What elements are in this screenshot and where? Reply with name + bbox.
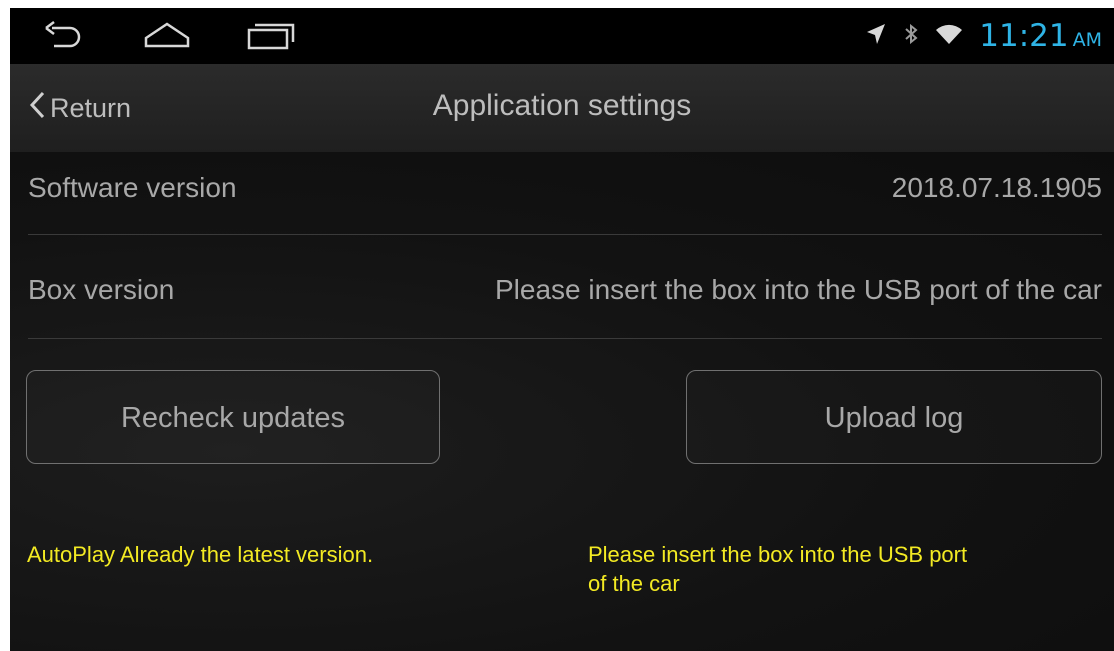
software-version-row: Software version 2018.07.18.1905: [28, 152, 1102, 235]
upload-log-button[interactable]: Upload log: [686, 370, 1102, 464]
recheck-updates-button[interactable]: Recheck updates: [26, 370, 440, 464]
page-title: Application settings: [432, 89, 692, 122]
location-arrow-icon: [865, 22, 887, 51]
clock-time: 11:21: [979, 18, 1069, 54]
recheck-status-message: AutoPlay Already the latest version.: [27, 542, 374, 567]
upload-status-message: Please insert the box into the USB port …: [588, 540, 967, 598]
software-version-value: 2018.07.18.1905: [891, 172, 1102, 203]
bluetooth-icon: [903, 22, 919, 51]
status-area: 11:21 AM: [865, 16, 1102, 56]
system-bar: 11:21 AM: [10, 8, 1114, 64]
clock-ampm: AM: [1072, 29, 1102, 51]
settings-content: Software version 2018.07.18.1905 Box ver…: [10, 152, 1114, 651]
home-icon[interactable]: [142, 20, 192, 52]
clock: 11:21 AM: [979, 18, 1102, 54]
recent-apps-icon[interactable]: [246, 20, 296, 52]
back-icon[interactable]: [42, 20, 86, 52]
upload-status-line-1: Please insert the box into the USB port: [588, 542, 968, 567]
box-version-label: Box version: [28, 274, 175, 305]
upload-status-line-2: of the car: [588, 571, 680, 596]
software-version-label: Software version: [28, 172, 237, 203]
device-screen: 11:21 AM Return Application settings Soft…: [10, 8, 1114, 651]
box-version-value: Please insert the box into the USB port …: [494, 274, 1102, 305]
wifi-icon: [935, 22, 963, 51]
app-header: Return Application settings: [10, 64, 1114, 153]
box-version-row: Box version Please insert the box into t…: [28, 236, 1102, 339]
